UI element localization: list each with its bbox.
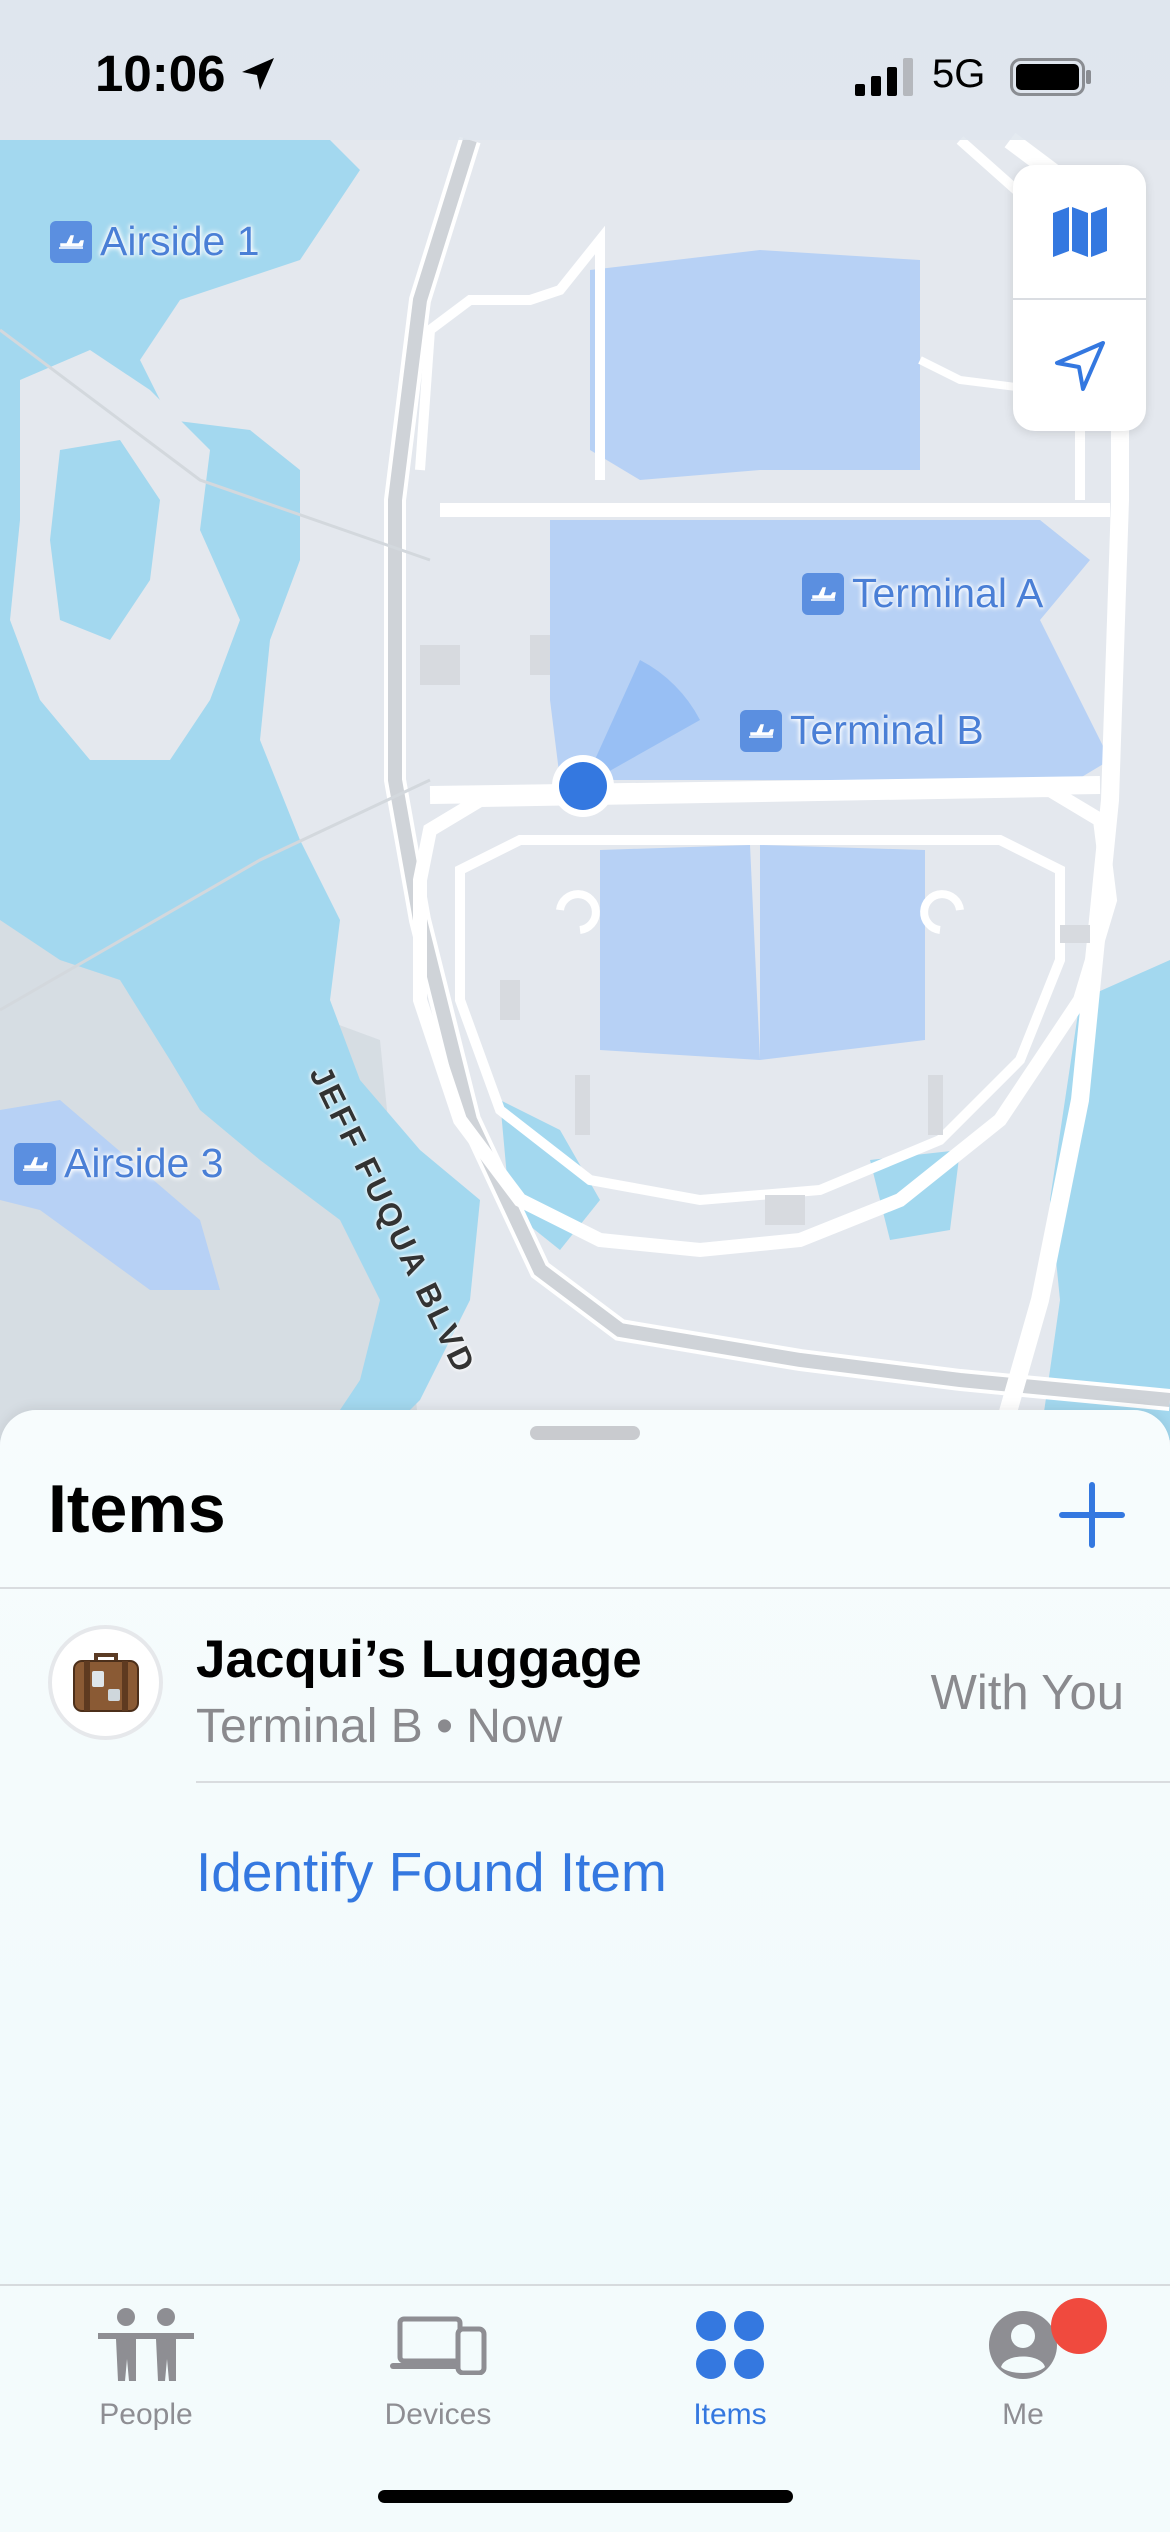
poi-airside-3[interactable]: Airside 3 — [14, 1140, 224, 1187]
airplane-icon — [14, 1142, 56, 1185]
map-icon — [1052, 206, 1107, 257]
tab-items[interactable]: Items — [584, 2300, 876, 2440]
me-icon — [989, 2311, 1057, 2379]
divider — [196, 1781, 1170, 1783]
cellular-signal-icon — [855, 58, 913, 96]
map-view[interactable]: Airside 1 Terminal A Terminal B Airside … — [0, 0, 1170, 1440]
sheet-title: Items — [48, 1471, 226, 1547]
items-icon — [696, 2311, 764, 2379]
list-item[interactable]: Jacqui’s Luggage Terminal B • Now With Y… — [0, 1589, 1170, 1785]
sheet-grabber[interactable] — [530, 1426, 640, 1440]
location-arrow-icon — [242, 58, 274, 90]
location-arrow-icon — [1054, 340, 1105, 391]
poi-terminal-b[interactable]: Terminal B — [740, 707, 984, 754]
battery-icon — [1010, 58, 1091, 96]
tab-people[interactable]: People — [0, 2300, 292, 2440]
tab-label: Items — [693, 2398, 767, 2431]
tab-me[interactable]: Me — [877, 2298, 1169, 2440]
map-controls — [1013, 165, 1146, 431]
item-status: With You — [930, 1666, 1124, 1720]
item-avatar — [48, 1625, 163, 1740]
people-icon — [98, 2308, 194, 2381]
identify-found-item-link[interactable]: Identify Found Item — [196, 1840, 667, 1904]
add-item-button[interactable] — [1052, 1475, 1132, 1555]
tab-label: Devices — [384, 2398, 492, 2431]
poi-terminal-a[interactable]: Terminal A — [802, 570, 1043, 617]
item-name: Jacqui’s Luggage — [196, 1630, 642, 1689]
tab-label: People — [99, 2398, 193, 2431]
map-mode-button[interactable] — [1013, 165, 1146, 298]
devices-icon — [390, 2316, 487, 2375]
poi-airside-1[interactable]: Airside 1 — [50, 218, 260, 265]
map-canvas — [0, 0, 1170, 1440]
home-indicator[interactable] — [378, 2490, 793, 2503]
tab-label: Me — [1002, 2398, 1044, 2431]
poi-label-text: Airside 1 — [100, 218, 260, 264]
network-type: 5G — [932, 52, 986, 96]
track-location-button[interactable] — [1013, 298, 1146, 431]
status-bar: 10:06 5G — [0, 0, 1170, 140]
luggage-icon — [72, 1652, 139, 1712]
poi-label-text: Airside 3 — [64, 1140, 224, 1186]
tab-devices[interactable]: Devices — [292, 2300, 584, 2440]
status-time: 10:06 — [95, 45, 226, 102]
airplane-icon — [50, 220, 92, 263]
poi-label-text: Terminal B — [790, 707, 984, 753]
airplane-icon — [802, 572, 844, 615]
airplane-icon — [740, 709, 782, 752]
poi-label-text: Terminal A — [852, 570, 1044, 616]
item-location-detail: Terminal B • Now — [196, 1700, 563, 1753]
notification-badge — [1051, 2298, 1107, 2354]
